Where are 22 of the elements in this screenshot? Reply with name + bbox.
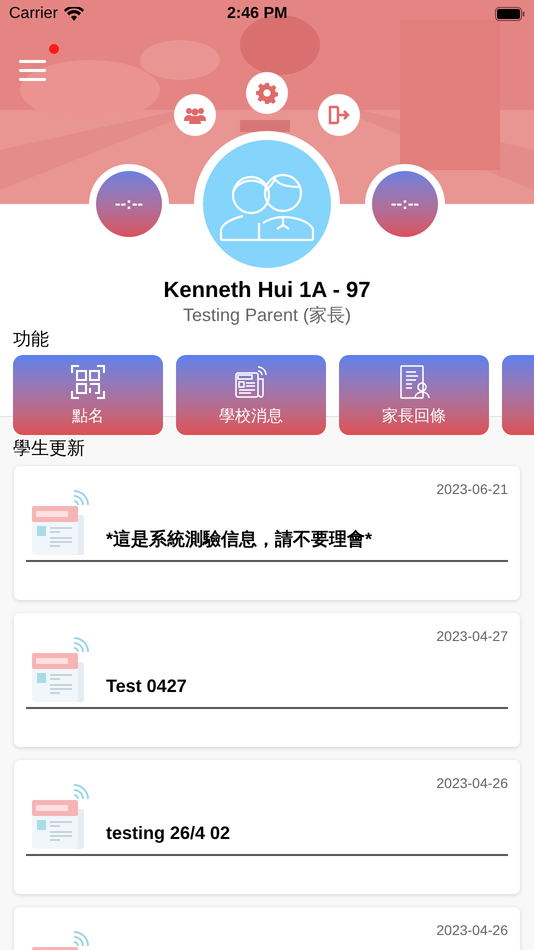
section-title: 學生更新	[13, 437, 86, 459]
section-title: 功能	[13, 328, 49, 351]
feature-tile[interactable]: 點名	[13, 355, 163, 435]
news-card[interactable]: 2023-04-26	[14, 907, 520, 950]
timer-text: --:--	[114, 193, 144, 216]
feature-tile[interactable]: 家長回條	[339, 355, 489, 435]
status-time: 2:46 PM	[227, 4, 288, 24]
news-date: 2023-04-27	[436, 627, 508, 646]
news-title: testing 26/4 02	[106, 822, 230, 845]
feature-tile[interactable]: 學校消息	[176, 355, 326, 435]
news-card[interactable]: 2023-06-21 *這是系統測驗信息，請不要理會*	[14, 466, 520, 600]
news-date: 2023-06-21	[436, 480, 508, 499]
news-title: *這是系統測驗信息，請不要理會*	[106, 528, 372, 551]
news-card[interactable]: 2023-04-26 testing 26/4 02	[14, 760, 520, 894]
news-title: Test 0427	[106, 675, 187, 698]
news-date: 2023-04-26	[436, 774, 508, 793]
profile-role: Testing Parent (家長)	[182, 304, 352, 327]
timer-text: --:--	[390, 193, 420, 216]
carrier-label: Carrier	[9, 4, 58, 24]
news-date: 2023-04-26	[436, 921, 508, 940]
profile-name: Kenneth Hui 1A - 97	[164, 277, 370, 303]
news-card[interactable]: 2023-04-27 Test 0427	[14, 613, 520, 747]
